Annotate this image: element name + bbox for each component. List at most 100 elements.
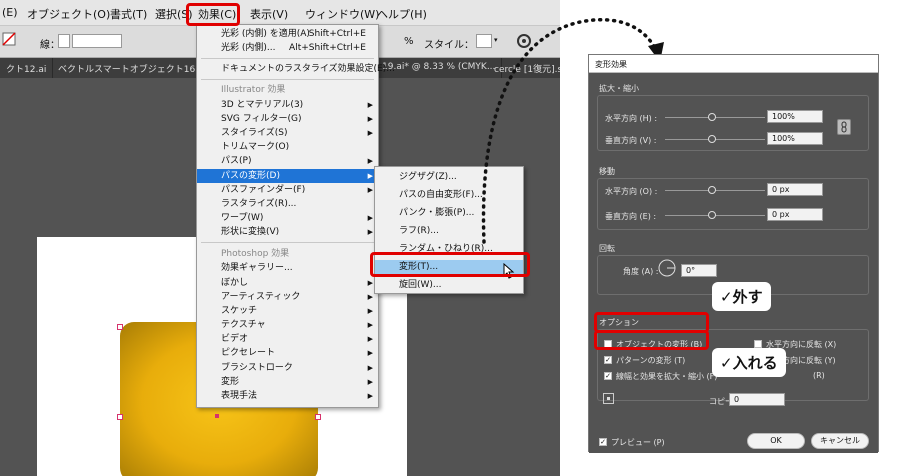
menu-item[interactable]: テクスチャ ▶	[197, 318, 378, 332]
menu-item[interactable]: 旋回(W)...	[375, 278, 523, 292]
menu-select[interactable]: 選択(S)	[155, 6, 193, 22]
stroke-weight-field[interactable]	[72, 34, 122, 48]
slider-knob[interactable]	[708, 211, 716, 219]
chevron-right-icon: ▶	[367, 101, 373, 109]
move-horizontal-field[interactable]: 0 px	[767, 183, 823, 196]
scale-vertical-label: 垂直方向 (V) :	[605, 136, 657, 145]
menu-item[interactable]: 光彩 (内側)... Alt+Shift+Ctrl+E	[197, 41, 378, 55]
callout-check: ✓入れる	[712, 348, 786, 377]
chevron-right-icon: ▶	[367, 228, 373, 236]
menu-item[interactable]: ぼかし ▶	[197, 276, 378, 290]
stroke-label: 線：	[40, 40, 60, 51]
chevron-right-icon: ▶	[367, 157, 373, 165]
reference-point-icon[interactable]	[603, 393, 614, 404]
link-icon[interactable]	[837, 119, 851, 135]
menu-item[interactable]: トリムマーク(O)	[197, 140, 378, 154]
menu-item-distort-transform[interactable]: パスの変形(D) ▶	[197, 169, 378, 183]
chevron-right-icon: ▶	[367, 335, 373, 343]
scale-strokes-checkbox[interactable]: ✓	[604, 372, 612, 380]
chevron-right-icon: ▶	[367, 321, 373, 329]
menu-edit[interactable]: (E)	[2, 6, 18, 19]
menu-item[interactable]: 3D とマテリアル(3) ▶	[197, 98, 378, 112]
preview-checkbox[interactable]: ✓	[599, 438, 607, 446]
menu-item[interactable]: 形状に変換(V) ▶	[197, 225, 378, 239]
menu-item[interactable]: スケッチ ▶	[197, 304, 378, 318]
chevron-right-icon: ▶	[367, 293, 373, 301]
menu-section-header: Photoshop 効果	[221, 249, 290, 259]
chevron-right-icon: ▶	[367, 307, 373, 315]
selection-handle[interactable]	[117, 324, 123, 330]
style-label: スタイル：	[424, 40, 474, 51]
scale-horizontal-label: 水平方向 (H) :	[605, 114, 658, 123]
random-label: (R)	[813, 371, 825, 380]
ok-button[interactable]: OK	[747, 433, 805, 449]
separator	[201, 242, 374, 243]
menu-item[interactable]: ビデオ ▶	[197, 332, 378, 346]
dialog-titlebar: 変形効果	[589, 55, 878, 73]
dialog-title: 変形効果	[595, 60, 627, 69]
chevron-right-icon: ▶	[367, 186, 373, 194]
slider-knob[interactable]	[708, 113, 716, 121]
menu-section-header: Illustrator 効果	[221, 85, 286, 95]
scale-vertical-field[interactable]: 100%	[767, 132, 823, 145]
menu-item[interactable]: 光彩 (内側) を適用(A) Shift+Ctrl+E	[197, 27, 378, 41]
separator	[201, 58, 374, 59]
stroke-swatch-icon[interactable]	[2, 32, 16, 46]
chevron-right-icon: ▶	[367, 214, 373, 222]
transform-objects-checkbox[interactable]	[604, 340, 612, 348]
slider-knob[interactable]	[708, 186, 716, 194]
copies-field[interactable]: 0	[729, 393, 785, 406]
angle-field[interactable]: 0°	[681, 264, 717, 277]
rotate-section-title: 回転	[599, 244, 615, 253]
menu-item[interactable]: ピクセレート ▶	[197, 346, 378, 360]
menu-item[interactable]: スタイライズ(S) ▶	[197, 126, 378, 140]
menu-item[interactable]: ワープ(W) ▶	[197, 211, 378, 225]
move-horizontal-label: 水平方向 (O) :	[605, 187, 658, 196]
chevron-right-icon: ▶	[367, 392, 373, 400]
menu-item[interactable]: 効果ギャラリー...	[197, 261, 378, 275]
slider-knob[interactable]	[708, 135, 716, 143]
selection-handle[interactable]	[117, 414, 123, 420]
menu-object[interactable]: オブジェクト(O)	[27, 6, 110, 22]
cancel-button[interactable]: キャンセル	[811, 433, 869, 449]
angle-dial-icon[interactable]	[657, 258, 677, 278]
options-section-title: オプション	[599, 318, 639, 327]
tab-document[interactable]: ベクトルスマートオブジェクト16.ai	[52, 58, 214, 78]
preview-label: プレビュー (P)	[611, 438, 665, 447]
menu-item[interactable]: ブラシストローク ▶	[197, 361, 378, 375]
menu-item[interactable]: パスファインダー(F) ▶	[197, 183, 378, 197]
mouse-pointer-icon	[503, 263, 515, 279]
tab-document[interactable]: クト12.ai	[0, 58, 54, 78]
chevron-right-icon: ▶	[367, 378, 373, 386]
menu-item[interactable]: 変形 ▶	[197, 375, 378, 389]
menu-effect[interactable]: 効果(C)	[198, 6, 236, 22]
menu-item[interactable]: 表現手法 ▶	[197, 389, 378, 403]
scale-horizontal-field[interactable]: 100%	[767, 110, 823, 123]
scale-section-title: 拡大・縮小	[599, 84, 639, 93]
menu-window[interactable]: ウィンドウ(W)	[305, 6, 379, 22]
stroke-stepper[interactable]	[58, 34, 70, 48]
menu-item[interactable]: アーティスティック ▶	[197, 290, 378, 304]
menu-help[interactable]: ヘルプ(H)	[377, 6, 427, 22]
chevron-right-icon: ▶	[367, 279, 373, 287]
menu-type[interactable]: 書式(T)	[110, 6, 147, 22]
separator	[201, 79, 374, 80]
menu-item[interactable]: ドキュメントのラスタライズ効果設定(E)...	[197, 62, 395, 76]
chevron-right-icon: ▶	[367, 364, 373, 372]
menu-item[interactable]: ラスタライズ(R)...	[197, 197, 378, 211]
transform-effect-dialog: 変形効果 拡大・縮小 水平方向 (H) : 100% 垂直方向 (V) : 10…	[588, 54, 879, 453]
menu-view[interactable]: 表示(V)	[250, 6, 288, 22]
effect-menu: 光彩 (内側) を適用(A) Shift+Ctrl+E 光彩 (内側)... Alt…	[196, 24, 395, 408]
menu-item[interactable]: パス(P) ▶	[197, 154, 378, 168]
chevron-right-icon: ▶	[367, 129, 373, 137]
chevron-right-icon: ▶	[367, 172, 373, 180]
transform-patterns-checkbox[interactable]: ✓	[604, 356, 612, 364]
move-vertical-label: 垂直方向 (E) :	[605, 212, 657, 221]
reflect-x-checkbox[interactable]	[754, 340, 762, 348]
move-vertical-field[interactable]: 0 px	[767, 208, 823, 221]
menu-item[interactable]: SVG フィルター(G) ▶	[197, 112, 378, 126]
menu-item-transform[interactable]: 変形(T)...	[375, 260, 523, 274]
scale-strokes-label: 線幅と効果を拡大・縮小 (F)	[616, 372, 718, 381]
chevron-right-icon: ▶	[367, 115, 373, 123]
selection-handle[interactable]	[315, 414, 321, 420]
